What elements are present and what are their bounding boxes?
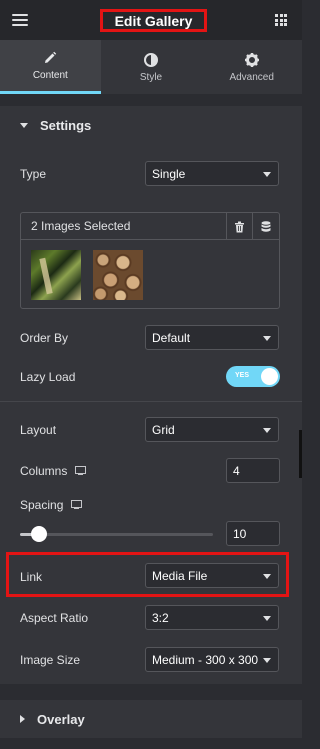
aspect-ratio-select-value: 3:2: [152, 610, 169, 625]
chevron-down-icon: [263, 336, 271, 341]
columns-label: Columns: [20, 463, 87, 479]
tab-advanced-label: Advanced: [229, 71, 274, 83]
gallery-thumbnail-logs[interactable]: [93, 250, 143, 300]
gear-icon: [244, 52, 259, 67]
image-size-select[interactable]: Medium - 300 x 300: [145, 647, 279, 672]
order-by-label: Order By: [20, 331, 69, 345]
toggle-knob: [261, 368, 278, 385]
spacing-label-text: Spacing: [20, 498, 64, 512]
page-title-text: Edit Gallery: [114, 12, 193, 29]
lazy-load-toggle-text: YES: [235, 372, 250, 379]
gallery-picker[interactable]: 2 Images Selected: [20, 212, 280, 309]
spacing-input[interactable]: 10: [226, 521, 280, 546]
hamburger-menu-icon[interactable]: [12, 14, 28, 26]
spacing-input-value: 10: [233, 526, 247, 541]
overlay-section-header[interactable]: Overlay: [0, 700, 302, 738]
tab-style[interactable]: Style: [101, 40, 202, 94]
caret-right-icon: [20, 715, 25, 723]
aspect-ratio-label: Aspect Ratio: [20, 611, 89, 625]
editor-header: Edit Gallery: [0, 0, 302, 40]
spacing-label: Spacing: [20, 497, 83, 513]
image-size-select-value: Medium - 300 x 300: [152, 652, 259, 667]
order-by-select-value: Default: [152, 330, 191, 345]
tab-style-label: Style: [139, 71, 163, 83]
apps-grid-icon[interactable]: [275, 14, 287, 26]
database-icon: [261, 220, 270, 232]
type-select-value: Single: [152, 166, 186, 181]
image-size-label: Image Size: [20, 653, 81, 667]
layout-label: Layout: [20, 423, 57, 437]
gallery-thumbnail-forest[interactable]: [31, 250, 81, 300]
spacing-slider-track[interactable]: [40, 533, 213, 536]
columns-input[interactable]: 4: [226, 458, 280, 483]
panel-tabs: Content Style Advanced: [0, 40, 302, 94]
layout-select-value: Grid: [152, 422, 175, 437]
overlay-section-title: Overlay: [37, 711, 85, 727]
aspect-ratio-select[interactable]: 3:2: [145, 605, 279, 630]
chevron-down-icon: [263, 658, 271, 663]
pencil-icon: [45, 51, 57, 63]
link-highlight-box: [6, 552, 289, 597]
settings-section-header[interactable]: Settings: [0, 106, 302, 144]
page-title: Edit Gallery: [100, 9, 207, 32]
gallery-delete-button[interactable]: [226, 213, 252, 240]
chevron-down-icon: [263, 428, 271, 433]
gallery-database-button[interactable]: [252, 213, 278, 240]
lazy-load-label: Lazy Load: [20, 370, 76, 384]
gallery-selected-text: 2 Images Selected: [31, 219, 131, 233]
chevron-down-icon: [263, 616, 271, 621]
type-select[interactable]: Single: [145, 161, 279, 186]
settings-section-title: Settings: [40, 117, 92, 133]
trash-icon: [235, 221, 244, 232]
type-label: Type: [20, 167, 47, 181]
desktop-icon[interactable]: [75, 466, 87, 476]
contrast-icon: [144, 52, 158, 67]
chevron-down-icon: [263, 172, 271, 177]
columns-label-text: Columns: [20, 464, 68, 478]
desktop-icon[interactable]: [71, 500, 83, 510]
layout-select[interactable]: Grid: [145, 417, 279, 442]
order-by-select[interactable]: Default: [145, 325, 279, 350]
tab-advanced[interactable]: Advanced: [201, 40, 302, 94]
caret-down-icon: [20, 122, 28, 128]
tab-content[interactable]: Content: [0, 40, 101, 94]
section-divider: [0, 401, 302, 402]
lazy-load-toggle[interactable]: YES: [226, 366, 280, 387]
panel-resize-handle[interactable]: [299, 430, 302, 478]
spacing-slider-handle[interactable]: [31, 526, 47, 542]
columns-input-value: 4: [233, 463, 240, 478]
tab-content-label: Content: [32, 70, 68, 81]
